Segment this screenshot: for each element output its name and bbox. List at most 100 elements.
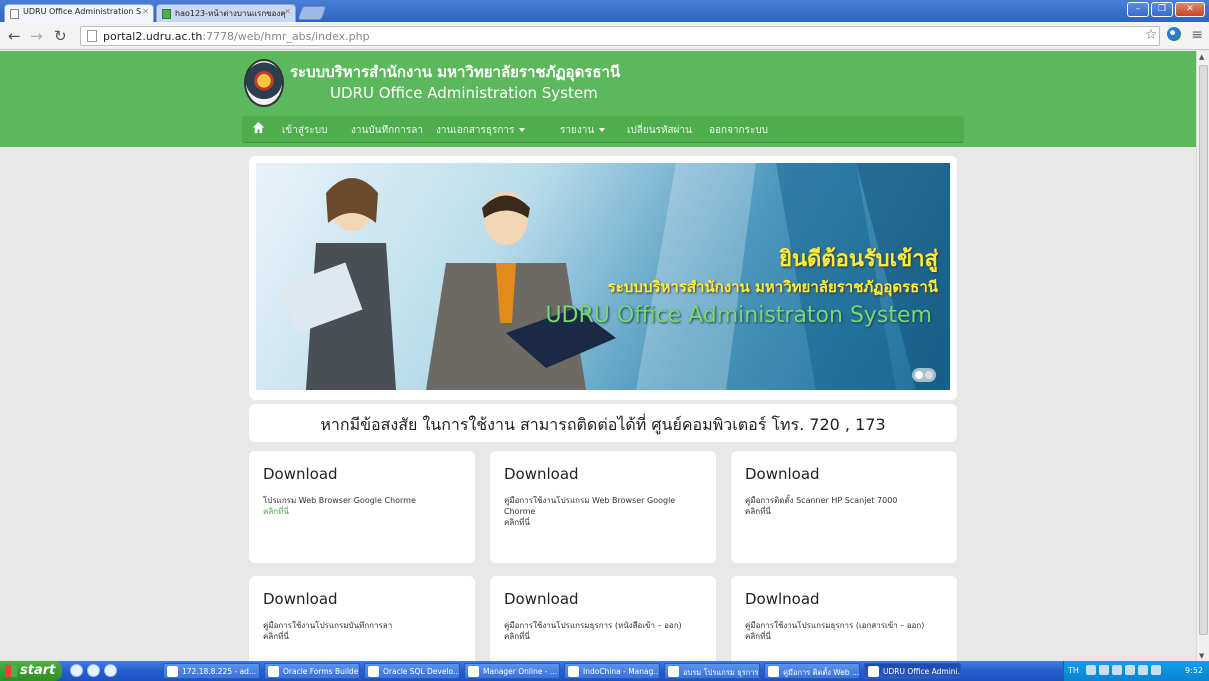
clock[interactable]: 9:52 bbox=[1185, 666, 1203, 675]
page-icon bbox=[10, 9, 19, 19]
card-title: Download bbox=[263, 465, 338, 483]
address-bar[interactable]: portal2.udru.ac.th:7778/web/hmr_abs/inde… bbox=[80, 26, 1160, 46]
page-viewport: ระบบบริหารสำนักงาน มหาวิทยาลัยราชภัฏอุดร… bbox=[0, 51, 1196, 661]
download-card: Dowlnoad คู่มือการใช้งานโปรแกรมธุรการ (เ… bbox=[731, 576, 957, 661]
scroll-up-arrow-icon[interactable]: ▲ bbox=[1199, 53, 1204, 61]
taskbar-item[interactable]: Oracle Forms Builde... bbox=[264, 663, 360, 679]
banner-subtitle: ระบบบริหารสำนักงาน มหาวิทยาลัยราชภัฏอุดร… bbox=[607, 278, 938, 296]
site-title-thai: ระบบบริหารสำนักงาน มหาวิทยาลัยราชภัฏอุดร… bbox=[290, 63, 621, 81]
tray-icon[interactable] bbox=[1112, 665, 1122, 675]
extension-globe-icon[interactable] bbox=[1167, 27, 1182, 41]
menu-leave-record[interactable]: งานบันทึกการลา bbox=[351, 123, 423, 138]
menu-icon[interactable]: ≡ bbox=[1191, 27, 1203, 43]
menu-change-password[interactable]: เปลี่ยนรหัสผ่าน bbox=[627, 123, 692, 138]
reload-icon[interactable]: ↻ bbox=[54, 27, 67, 45]
taskbar-item-active[interactable]: UDRU Office Admini... bbox=[864, 663, 961, 679]
word-icon bbox=[768, 666, 779, 677]
tray-icon[interactable] bbox=[1086, 665, 1096, 675]
site-header: ระบบบริหารสำนักงาน มหาวิทยาลัยราชภัฏอุดร… bbox=[0, 51, 1196, 147]
toolbar-right: ☆ ≡ bbox=[1145, 27, 1203, 43]
windows-taskbar: start 172.18.8.225 - ad... Oracle Forms … bbox=[0, 661, 1209, 681]
scrollbar-thumb[interactable] bbox=[1199, 65, 1208, 635]
download-link[interactable]: คลิกที่นี่ bbox=[504, 631, 702, 642]
firefox-icon[interactable] bbox=[87, 664, 100, 677]
browser-tab-strip: UDRU Office Administration S ✕ hao123-หน… bbox=[0, 0, 1209, 22]
chevron-down-icon bbox=[519, 128, 526, 132]
taskbar-item[interactable]: Manager Online - ... bbox=[464, 663, 560, 679]
card-description: คู่มือการใช้งานโปรแกรมธุรการ (เอกสารเข้า… bbox=[745, 621, 925, 630]
tab-label: UDRU Office Administration S bbox=[23, 7, 142, 16]
tray-icon[interactable] bbox=[1138, 665, 1148, 675]
minimize-button[interactable]: – bbox=[1127, 2, 1149, 17]
banner-welcome-text: ยินดีต้อนรับเข้าสู่ bbox=[779, 246, 938, 272]
close-icon[interactable]: ✕ bbox=[142, 7, 149, 16]
back-arrow-icon[interactable]: ← bbox=[8, 27, 21, 45]
taskbar-item[interactable]: IndoChina - Manag... bbox=[564, 663, 660, 679]
contact-info: หากมีข้อสงสัย ในการใช้งาน สามารถติดต่อได… bbox=[249, 404, 957, 442]
tab-hao123[interactable]: hao123-หน้าต่างบานแรกของคุ ✕ bbox=[156, 4, 296, 22]
main-menu: เข้าสู่ระบบ งานบันทึกการลา งานเอกสารธุรก… bbox=[242, 116, 964, 143]
card-title: Download bbox=[745, 465, 820, 483]
card-description: คู่มือการใช้งานโปรแกรม Web Browser Googl… bbox=[504, 496, 676, 516]
start-button[interactable]: start bbox=[0, 661, 62, 681]
scroll-down-arrow-icon[interactable]: ▼ bbox=[1199, 652, 1204, 660]
slider-dot[interactable] bbox=[915, 371, 923, 379]
ie-icon bbox=[468, 666, 479, 677]
download-link[interactable]: คลิกที่นี่ bbox=[745, 506, 943, 517]
menu-reports[interactable]: รายงาน bbox=[560, 123, 606, 138]
page-icon bbox=[87, 30, 97, 42]
card-title: Dowlnoad bbox=[745, 590, 820, 608]
chrome-icon bbox=[868, 666, 879, 677]
slider-dot[interactable] bbox=[925, 371, 933, 379]
url-path: :7778/web/hmr_abs/index.php bbox=[202, 30, 370, 43]
tray-icon[interactable] bbox=[1151, 665, 1161, 675]
ie-icon bbox=[568, 666, 579, 677]
menu-documents[interactable]: งานเอกสารธุรการ bbox=[436, 123, 526, 138]
tray-icon[interactable] bbox=[1125, 665, 1135, 675]
browser-toolbar: ← → ↻ portal2.udru.ac.th:7778/web/hmr_ab… bbox=[0, 22, 1209, 50]
language-indicator[interactable]: TH bbox=[1068, 666, 1079, 675]
url-host: portal2.udru.ac.th bbox=[103, 30, 203, 43]
vertical-scrollbar[interactable]: ▲ ▼ bbox=[1196, 51, 1209, 661]
close-icon[interactable]: ✕ bbox=[284, 7, 291, 16]
tray-icon[interactable] bbox=[1099, 665, 1109, 675]
new-tab-button[interactable] bbox=[297, 6, 327, 20]
tab-label: hao123-หน้าต่างบานแรกของคุ bbox=[175, 9, 286, 18]
taskbar-item[interactable]: 172.18.8.225 - ad... bbox=[163, 663, 260, 679]
home-icon[interactable] bbox=[252, 121, 265, 134]
card-title: Download bbox=[504, 590, 579, 608]
card-description: โปรแกรม Web Browser Google Chorme bbox=[263, 496, 416, 505]
quick-launch bbox=[70, 664, 117, 677]
download-link[interactable]: คลิกที่นี่ bbox=[263, 506, 461, 517]
card-title: Download bbox=[504, 465, 579, 483]
card-description: คู่มือการใช้งานโปรแกรมบันทึกการลา bbox=[263, 621, 393, 630]
download-link[interactable]: คลิกที่นี่ bbox=[745, 631, 943, 642]
menu-logout[interactable]: ออกจากระบบ bbox=[709, 123, 768, 138]
university-logo bbox=[244, 59, 284, 107]
chrome-icon[interactable] bbox=[104, 664, 117, 677]
contact-text: หากมีข้อสงสัย ในการใช้งาน สามารถติดต่อได… bbox=[320, 415, 886, 434]
taskbar-item[interactable]: อบรม โปรแกรม ธุรการ bbox=[664, 663, 760, 679]
download-link[interactable]: คลิกที่นี่ bbox=[263, 631, 461, 642]
taskbar-item[interactable]: คู่มือการ ติดตั้ง Web ... bbox=[764, 663, 860, 679]
download-card: Download โปรแกรม Web Browser Google Chor… bbox=[249, 451, 475, 563]
ie-icon[interactable] bbox=[70, 664, 83, 677]
restore-button[interactable]: ❐ bbox=[1151, 2, 1173, 17]
forward-arrow-icon[interactable]: → bbox=[30, 27, 43, 45]
sql-developer-icon bbox=[368, 666, 379, 677]
download-link[interactable]: คลิกที่นี่ bbox=[504, 517, 702, 528]
tab-udru-office[interactable]: UDRU Office Administration S ✕ bbox=[4, 4, 154, 22]
card-title: Download bbox=[263, 590, 338, 608]
tray-icons bbox=[1086, 665, 1161, 675]
taskbar-item[interactable]: Oracle SQL Develo... bbox=[364, 663, 460, 679]
download-card: Download คู่มือการใช้งานโปรแกรมบันทึกการ… bbox=[249, 576, 475, 661]
hao123-icon bbox=[162, 9, 171, 19]
bookmark-star-icon[interactable]: ☆ bbox=[1145, 27, 1158, 43]
system-tray: TH 9:52 bbox=[1063, 661, 1209, 681]
menu-login[interactable]: เข้าสู่ระบบ bbox=[282, 123, 327, 138]
filezilla-icon bbox=[167, 666, 178, 677]
banner-english-title: UDRU Office Administraton System bbox=[545, 303, 932, 328]
start-label: start bbox=[20, 663, 56, 678]
download-card: Download คู่มือการใช้งานโปรแกรม Web Brow… bbox=[490, 451, 716, 563]
window-close-button[interactable]: ✕ bbox=[1175, 2, 1205, 17]
